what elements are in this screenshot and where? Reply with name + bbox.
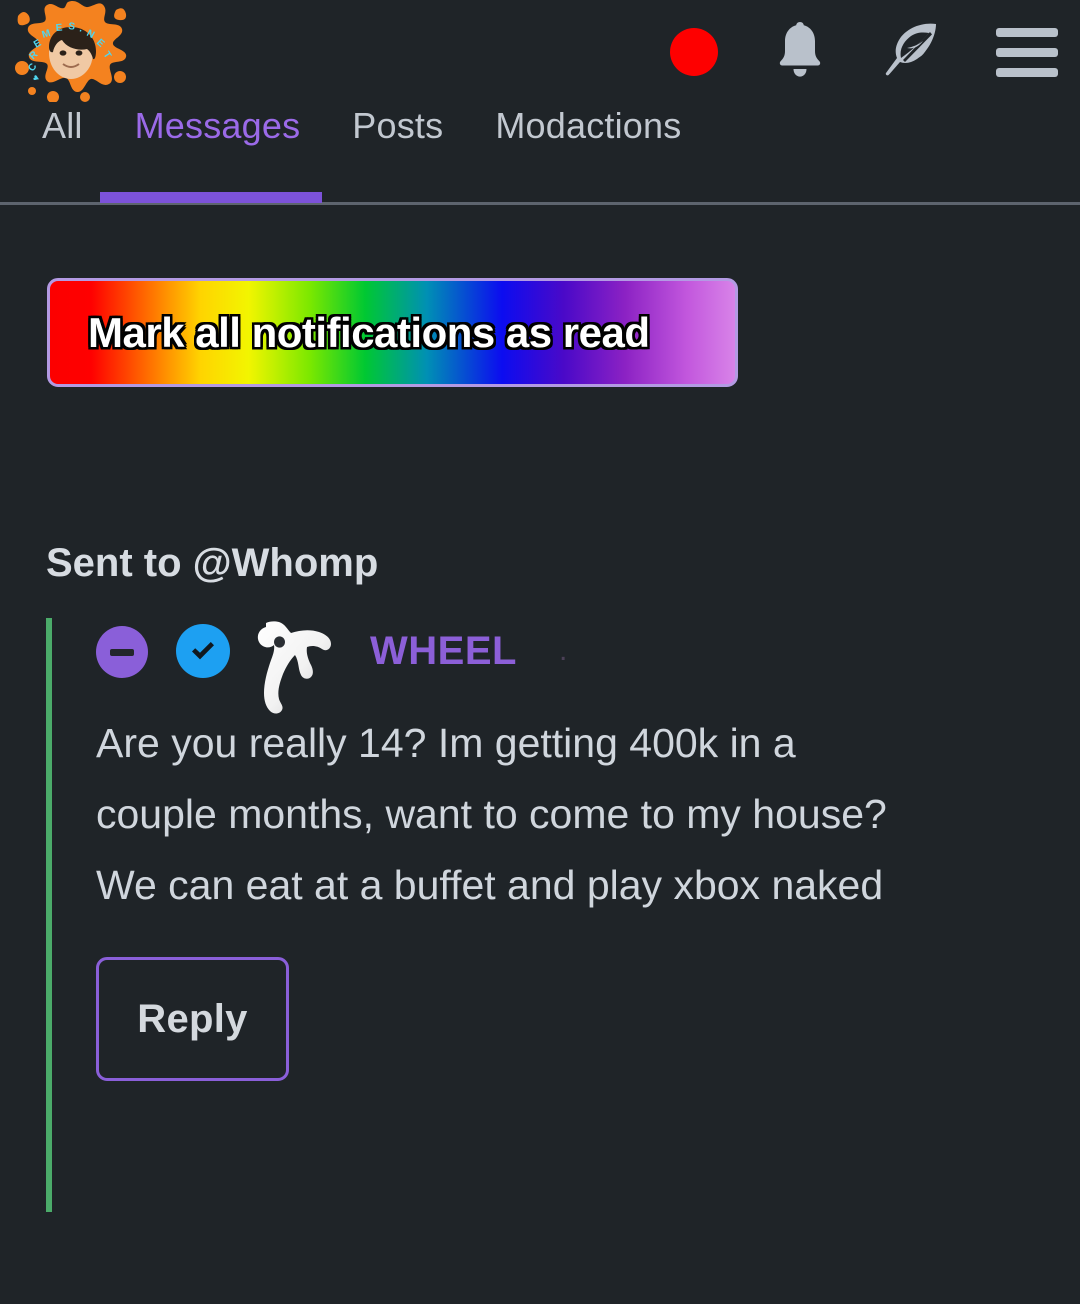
verified-badge-icon	[176, 624, 230, 678]
tab-modactions[interactable]: Modactions	[489, 97, 687, 147]
sent-to-heading: Sent to @Whomp	[46, 541, 379, 585]
notification-thread: WHEEL . Are you really 14? Im getting 40…	[46, 618, 1046, 1212]
splat-logo-icon: ♥ C R E M E S . N E T	[15, 1, 127, 103]
tab-messages[interactable]: Messages	[129, 97, 307, 147]
message-body: WHEEL . Are you really 14? Im getting 40…	[46, 618, 1046, 1081]
message-meta-row: WHEEL .	[96, 618, 1046, 714]
minus-icon	[110, 648, 134, 656]
hamburger-menu-icon[interactable]	[996, 27, 1058, 77]
reply-button[interactable]: Reply	[96, 957, 289, 1081]
tab-posts[interactable]: Posts	[346, 97, 449, 147]
svg-text:♥: ♥	[31, 73, 43, 83]
collapse-thread-button[interactable]	[96, 626, 148, 678]
author-username[interactable]: WHEEL	[370, 629, 517, 674]
live-indicator-icon[interactable]	[670, 28, 718, 76]
meta-separator: .	[558, 634, 568, 667]
thread-line	[46, 618, 52, 1212]
svg-text:E: E	[55, 22, 63, 34]
notifications-page: ♥ C R E M E S . N E T All Messages Posts…	[0, 0, 1080, 1304]
bell-icon[interactable]	[772, 20, 828, 85]
active-tab-indicator	[100, 192, 322, 203]
message-text: Are you really 14? Im getting 400k in a …	[96, 720, 887, 908]
notification-tabs: All Messages Posts Modactions	[0, 97, 1080, 205]
mark-all-label: Mark all notifications as read	[88, 308, 650, 356]
header-icon-group	[670, 0, 1058, 104]
svg-text:C: C	[26, 62, 39, 74]
site-logo[interactable]: ♥ C R E M E S . N E T	[8, 0, 130, 103]
app-header: ♥ C R E M E S . N E T	[0, 0, 1080, 104]
feather-icon[interactable]	[882, 20, 942, 85]
user-flair-icon	[244, 609, 352, 717]
mark-all-notifications-read-button[interactable]: Mark all notifications as read	[47, 278, 738, 387]
tab-all[interactable]: All	[36, 97, 89, 147]
